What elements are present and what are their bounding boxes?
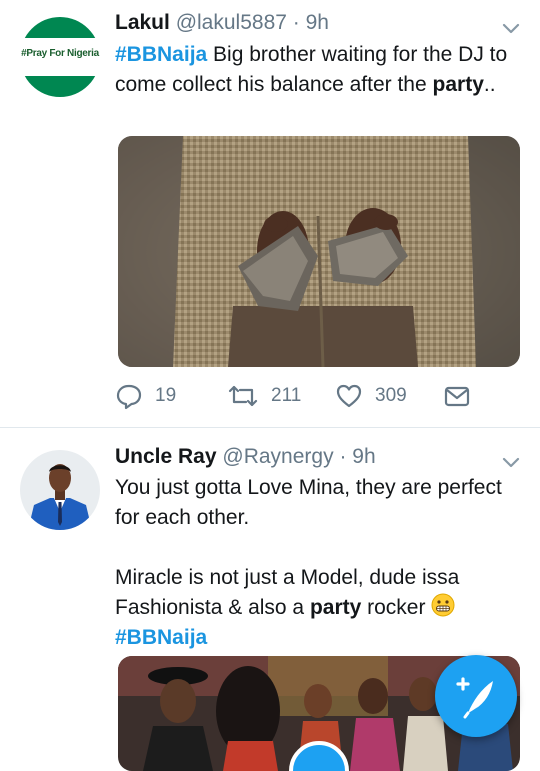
direct-message-button[interactable] [443,382,471,410]
tweet-text: #BBNaija Big brother waiting for the DJ … [115,40,525,100]
timestamp[interactable]: 9h [352,445,375,468]
separator-dot: · [339,445,347,468]
highlighted-word: party [309,596,362,619]
tweet-ending-text: .. [483,73,496,96]
man-in-blue-suit-avatar-image [20,450,100,530]
man-holding-rocks-photo [118,136,520,367]
retweet-count: 211 [271,385,302,406]
heart-icon [335,382,363,410]
compose-tweet-button[interactable] [435,655,517,737]
chevron-down-icon[interactable] [500,17,522,39]
retweet-icon [227,382,259,410]
tweet-paragraph-1: You just gotta Love Mina, they are perfe… [115,476,502,529]
reply-count: 19 [155,385,177,406]
user-handle[interactable]: @lakul5887 [176,11,287,34]
tweet-body-text-end: rocker [361,596,432,619]
chevron-down-icon[interactable] [500,451,522,473]
tweet-header: Uncle Ray @Raynergy · 9h [115,445,376,469]
user-handle[interactable]: @Raynergy [222,445,333,468]
grinning-emoji-icon [431,593,455,617]
envelope-icon [443,382,471,410]
like-button[interactable]: 309 [335,382,407,410]
highlighted-word: party [432,73,484,96]
tweet-actions: 19 211 309 [115,382,515,414]
display-name[interactable]: Lakul [115,11,170,34]
tweet-header: Lakul @lakul5887 · 9h [115,11,329,35]
avatar[interactable] [20,450,100,530]
avatar[interactable]: #Pray For Nigeria [20,17,100,97]
tweet-paragraph-2: Miracle is not just a Model, dude issa F… [115,563,525,623]
hashtag-link[interactable]: #BBNaija [115,43,207,66]
display-name[interactable]: Uncle Ray [115,445,217,468]
reply-icon [115,382,143,410]
hashtag-link[interactable]: #BBNaija [115,626,207,649]
retweet-button[interactable]: 211 [227,382,301,410]
compose-tweet-icon [435,655,517,742]
reply-button[interactable]: 19 [115,382,176,410]
tweet-image[interactable] [118,136,520,367]
timestamp[interactable]: 9h [306,11,329,34]
avatar-caption: #Pray For Nigeria [21,48,99,59]
separator-dot: · [292,11,300,34]
tweet-text: You just gotta Love Mina, they are perfe… [115,473,525,653]
like-count: 309 [375,385,407,406]
tweet[interactable]: #Pray For Nigeria Lakul @lakul5887 · 9h … [0,0,540,427]
